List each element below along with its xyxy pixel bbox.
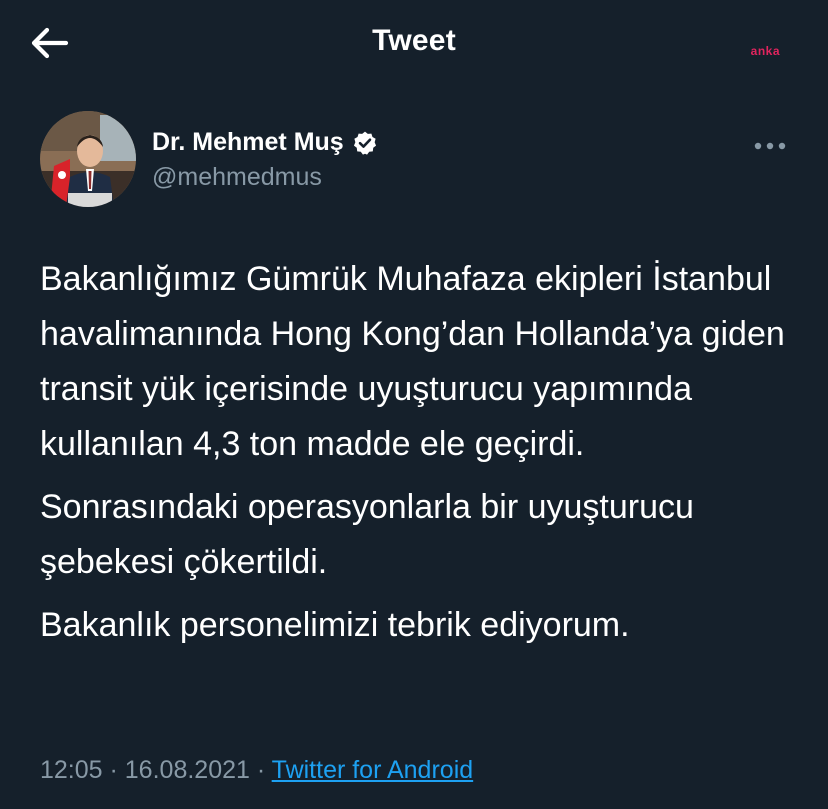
- tweet-paragraph: Sonrasındaki operasyonlarla bir uyuşturu…: [40, 488, 694, 581]
- more-options-button[interactable]: [752, 136, 788, 156]
- author-name-row[interactable]: Dr. Mehmet Muş: [152, 128, 378, 157]
- verified-badge-icon: [353, 131, 376, 155]
- meta-separator: ·: [102, 756, 125, 784]
- tweet-time: 12:05: [40, 756, 103, 784]
- tweet-paragraph: Bakanlık personelimizi tebrik ediyorum.: [40, 606, 630, 644]
- tweet-paragraph: Bakanlığımız Gümrük Muhafaza ekipleri İs…: [40, 260, 785, 463]
- tweet-text: Bakanlığımız Gümrük Muhafaza ekipleri İs…: [40, 252, 800, 661]
- meta-separator: ·: [249, 756, 272, 784]
- watermark-logo: anka: [750, 44, 780, 58]
- tweet-meta: 12:05 · 16.08.2021 · Twitter for Android: [40, 756, 473, 785]
- avatar[interactable]: [40, 111, 136, 207]
- tweet-source-link[interactable]: Twitter for Android: [272, 756, 473, 784]
- page-title: Tweet: [372, 24, 456, 57]
- top-bar: Tweet anka: [0, 0, 828, 88]
- author-name: Dr. Mehmet Muş: [152, 128, 344, 156]
- more-horizontal-icon: [754, 142, 786, 150]
- profile-photo: [40, 111, 136, 207]
- author-handle[interactable]: @mehmedmus: [152, 163, 322, 192]
- tweet-detail-screen: Tweet anka Dr. Mehmet Muş @mehmedmus Bak…: [0, 0, 828, 809]
- tweet-date: 16.08.2021: [124, 756, 250, 784]
